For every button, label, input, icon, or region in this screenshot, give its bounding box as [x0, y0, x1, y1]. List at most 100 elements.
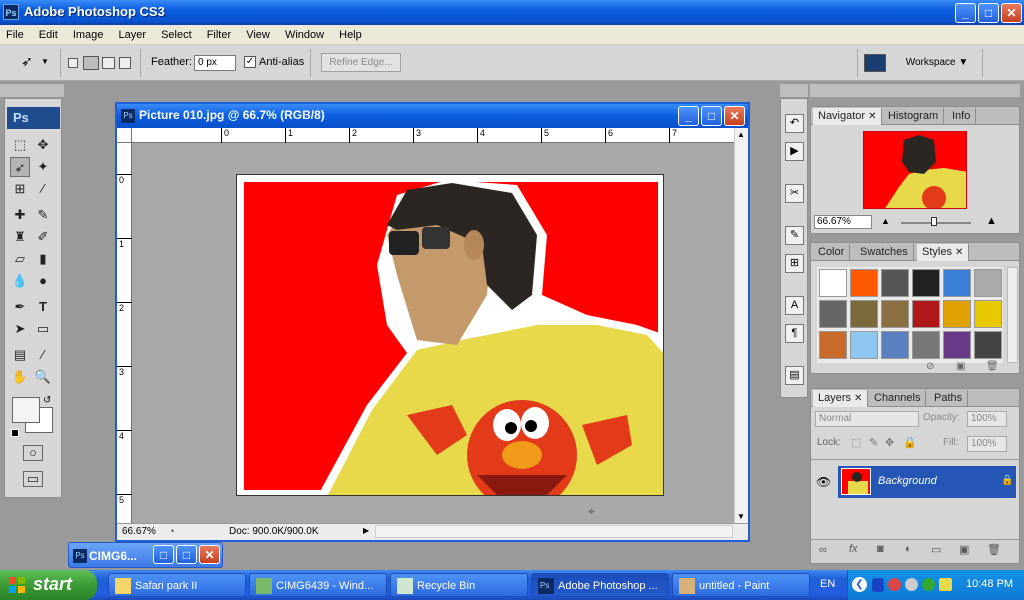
document-title-bar[interactable]: Ps Picture 010.jpg @ 66.7% (RGB/8) _ □ ✕ — [117, 104, 748, 128]
close-icon[interactable]: ✕ — [868, 111, 876, 122]
link-layers-icon[interactable]: ∞ — [819, 544, 827, 556]
tray-expand-icon[interactable]: ❮ — [852, 577, 867, 592]
layer-style-icon[interactable]: fx — [849, 543, 858, 555]
bridge-icon[interactable] — [864, 54, 886, 72]
vertical-ruler[interactable]: 0 1 2 3 4 5 — [117, 143, 132, 523]
clone-source-icon[interactable]: ⊞ — [785, 254, 804, 273]
tab-layers[interactable]: Layers ✕ — [813, 390, 869, 407]
menu-edit[interactable]: Edit — [33, 25, 64, 45]
menu-filter[interactable]: Filter — [201, 25, 237, 45]
new-group-icon[interactable]: ▭ — [931, 543, 941, 556]
slice-tool-icon[interactable]: ⁄ — [33, 179, 53, 199]
trash-icon[interactable]: 🗑 — [987, 543, 1001, 556]
style-swatch[interactable] — [943, 300, 971, 328]
status-info-icon[interactable]: ◔ — [169, 526, 174, 536]
lock-all-icon[interactable]: 🔒 — [903, 436, 917, 449]
clone-stamp-icon[interactable]: ♜ — [10, 227, 30, 247]
layer-mask-icon[interactable]: ◙ — [877, 543, 884, 555]
trash-icon[interactable]: 🗑 — [986, 361, 999, 372]
lock-transparency-icon[interactable]: ⬚ — [851, 436, 861, 449]
tab-swatches[interactable]: Swatches — [855, 244, 914, 261]
scroll-up-icon[interactable]: ▲ — [737, 130, 745, 139]
status-menu-icon[interactable]: ▶ — [363, 526, 369, 535]
default-colors-icon[interactable] — [11, 429, 19, 437]
mini-maximize-button[interactable]: □ — [176, 545, 197, 564]
brushes-icon[interactable]: ✎ — [785, 226, 804, 245]
layer-comps-icon[interactable]: ▤ — [785, 366, 804, 385]
swap-colors-icon[interactable]: ↺ — [43, 395, 51, 406]
brush-tool-icon[interactable]: ✎ — [33, 205, 53, 225]
close-button[interactable]: ✕ — [1001, 3, 1022, 23]
style-swatch[interactable] — [881, 300, 909, 328]
add-to-selection-icon[interactable] — [83, 56, 99, 70]
tab-color[interactable]: Color — [813, 244, 851, 261]
style-swatch[interactable] — [974, 269, 1002, 297]
antialias-checkbox[interactable]: ✓ — [244, 56, 256, 68]
opacity-input[interactable]: 100% — [967, 411, 1007, 427]
language-indicator[interactable]: EN — [820, 578, 835, 590]
pen-tool-icon[interactable]: ✒ — [10, 297, 30, 317]
style-swatch[interactable] — [819, 269, 847, 297]
style-swatch[interactable] — [974, 331, 1002, 359]
new-selection-icon[interactable] — [68, 58, 78, 68]
tab-styles[interactable]: Styles ✕ — [917, 244, 970, 261]
zoom-tool-icon[interactable]: 🔍 — [33, 367, 53, 387]
bluetooth-icon[interactable] — [872, 578, 884, 592]
fill-input[interactable]: 100% — [967, 436, 1007, 452]
marquee-tool-icon[interactable]: ⬚ — [10, 135, 30, 155]
minimize-button[interactable]: _ — [955, 3, 976, 23]
menu-help[interactable]: Help — [333, 25, 368, 45]
dock-strip-grip[interactable] — [780, 84, 808, 97]
doc-close-button[interactable]: ✕ — [724, 106, 745, 126]
navigator-zoom-input[interactable]: 66.67% — [814, 215, 872, 229]
mini-close-button[interactable]: ✕ — [199, 545, 220, 564]
quick-mask-icon[interactable]: ○ — [23, 445, 43, 461]
scroll-down-icon[interactable]: ▼ — [737, 512, 745, 521]
type-tool-icon[interactable]: T — [33, 297, 53, 317]
gradient-tool-icon[interactable]: ▮ — [33, 249, 53, 269]
zoom-level[interactable]: 66.67% — [122, 526, 156, 537]
maximize-button[interactable]: □ — [978, 3, 999, 23]
style-swatch[interactable] — [912, 300, 940, 328]
style-swatch[interactable] — [912, 331, 940, 359]
style-swatch[interactable] — [850, 300, 878, 328]
tab-histogram[interactable]: Histogram — [883, 108, 945, 125]
eraser-tool-icon[interactable]: ▱ — [10, 249, 30, 269]
network-icon[interactable] — [905, 578, 918, 591]
lasso-tool-preset-icon[interactable]: ➶ — [16, 53, 38, 73]
security-icon[interactable] — [888, 578, 901, 591]
style-swatch[interactable] — [850, 331, 878, 359]
vertical-scrollbar[interactable]: ▲ ▼ — [734, 128, 748, 523]
feather-input[interactable]: 0 px — [194, 55, 236, 71]
close-icon[interactable]: ✕ — [854, 393, 862, 404]
document-image[interactable] — [236, 174, 664, 496]
ruler-origin[interactable] — [117, 128, 132, 143]
task-paint[interactable]: untitled - Paint — [672, 573, 810, 597]
task-cimg6439[interactable]: CIMG6439 - Wind... — [249, 573, 387, 597]
style-swatch[interactable] — [819, 331, 847, 359]
mini-restore-button[interactable]: □ — [153, 545, 174, 564]
foreground-color-swatch[interactable] — [12, 397, 40, 423]
magic-wand-icon[interactable]: ✦ — [33, 157, 53, 177]
clock[interactable]: 10:48 PM — [966, 578, 1013, 590]
adjustment-layer-icon[interactable]: ◐ — [905, 543, 912, 555]
blur-tool-icon[interactable]: 💧 — [10, 271, 30, 291]
toolbox-grip[interactable] — [0, 84, 64, 97]
style-swatch[interactable] — [943, 331, 971, 359]
lock-position-icon[interactable]: ✥ — [885, 436, 894, 449]
refine-edge-button[interactable]: Refine Edge... — [321, 53, 401, 72]
style-swatch[interactable] — [974, 300, 1002, 328]
style-swatch[interactable] — [819, 300, 847, 328]
start-button[interactable]: start — [0, 570, 97, 600]
blend-mode-select[interactable]: Normal — [815, 411, 919, 427]
style-swatch[interactable] — [881, 269, 909, 297]
history-brush-icon[interactable]: ✐ — [33, 227, 53, 247]
subtract-from-selection-icon[interactable] — [102, 57, 115, 69]
style-swatch[interactable] — [881, 331, 909, 359]
paragraph-icon[interactable]: ¶ — [785, 324, 804, 343]
lock-pixels-icon[interactable]: ✎ — [869, 436, 878, 449]
zoom-out-icon[interactable]: ▲ — [881, 216, 890, 226]
tab-paths[interactable]: Paths — [929, 390, 969, 407]
task-recycle-bin[interactable]: Recycle Bin — [390, 573, 528, 597]
tab-channels[interactable]: Channels — [869, 390, 927, 407]
